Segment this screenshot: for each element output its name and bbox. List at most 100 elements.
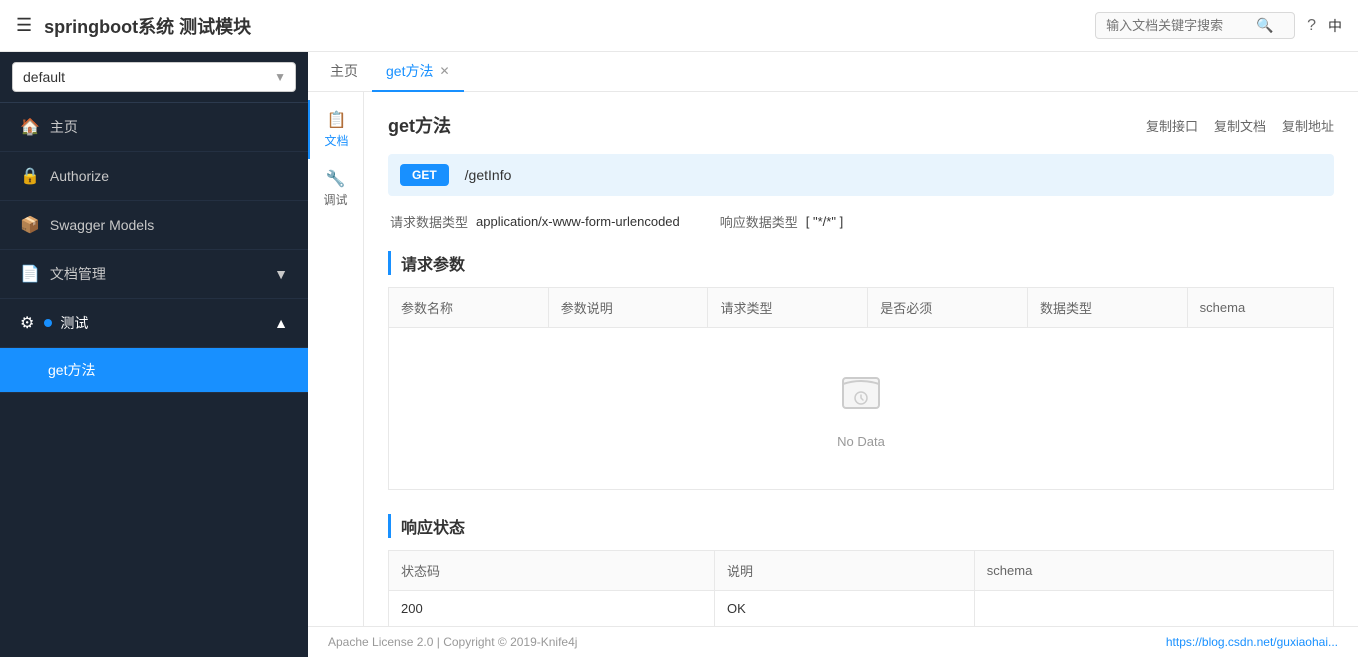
col-param-desc: 参数说明	[548, 288, 708, 328]
col-data-type: 数据类型	[1027, 288, 1187, 328]
footer: Apache License 2.0 | Copyright © 2019-Kn…	[308, 626, 1358, 657]
search-icon[interactable]: 🔍	[1256, 17, 1273, 34]
tab-home-label: 主页	[330, 61, 358, 81]
panel-doc-label: 文档	[324, 132, 348, 149]
tabs-bar: 主页 get方法 ✕	[308, 52, 1358, 92]
status-code-200: 200	[389, 591, 715, 627]
copy-interface-btn[interactable]: 复制接口	[1146, 116, 1198, 135]
home-icon: 🏠	[20, 117, 40, 137]
table-row: 200 OK	[389, 591, 1334, 627]
doc-actions: 复制接口 复制文档 复制地址	[1146, 116, 1334, 135]
sidebar-item-swagger-models[interactable]: 📦 Swagger Models	[0, 201, 308, 250]
response-status-section: 响应状态 状态码 说明 schema 200 OK	[388, 514, 1334, 626]
params-table-head: 参数名称 参数说明 请求类型 是否必须 数据类型 schema	[389, 288, 1334, 328]
sidebar-swagger-label: Swagger Models	[50, 217, 154, 233]
request-type-item: 请求数据类型 application/x-www-form-urlencoded	[390, 212, 680, 231]
footer-license: Apache License 2.0 | Copyright © 2019-Kn…	[328, 635, 577, 649]
doc-header: get方法 复制接口 复制文档 复制地址	[388, 112, 1334, 138]
col-schema: schema	[1187, 288, 1333, 328]
sidebar-home-label: 主页	[50, 117, 78, 137]
status-ok: OK	[715, 591, 975, 627]
response-type-value: [ "*/*" ]	[806, 214, 843, 229]
params-table-body: No Data	[389, 328, 1334, 490]
response-table: 状态码 说明 schema 200 OK	[388, 550, 1334, 626]
params-section-title: 请求参数	[388, 251, 1334, 275]
sidebar-group-test: ⚙ 测试 ▲ get方法	[0, 299, 308, 393]
panel-btn-debug[interactable]: 🔧 调试	[308, 159, 363, 218]
sidebar-get-method-label: get方法	[48, 362, 95, 378]
params-table-header-row: 参数名称 参数说明 请求类型 是否必须 数据类型 schema	[389, 288, 1334, 328]
request-type-label: 请求数据类型	[390, 212, 468, 231]
col-description: 说明	[715, 551, 975, 591]
copy-doc-btn[interactable]: 复制文档	[1214, 116, 1266, 135]
test-dot	[44, 319, 52, 327]
tab-close-icon[interactable]: ✕	[439, 64, 449, 78]
box-icon: 📦	[20, 215, 40, 235]
sidebar-group-doc-left: 📄 文档管理	[20, 264, 106, 284]
col-param-name: 参数名称	[389, 288, 549, 328]
doc-icon: 📄	[20, 264, 40, 284]
response-type-label: 响应数据类型	[720, 212, 798, 231]
sidebar-item-get-method[interactable]: get方法	[0, 348, 308, 393]
status-schema	[974, 591, 1333, 627]
response-section-title: 响应状态	[388, 514, 1334, 538]
params-table: 参数名称 参数说明 请求类型 是否必须 数据类型 schema	[388, 287, 1334, 490]
sidebar: default ▼ 🏠 主页 🔒 Authorize 📦 Swagger Mod…	[0, 52, 308, 657]
api-select[interactable]: default	[12, 62, 296, 92]
copy-address-btn[interactable]: 复制地址	[1282, 116, 1334, 135]
content-area: 主页 get方法 ✕ 📋 文档 🔧 调试	[308, 52, 1358, 657]
lang-switch[interactable]: 中	[1328, 16, 1342, 36]
sidebar-item-authorize[interactable]: 🔒 Authorize	[0, 152, 308, 201]
method-path: /getInfo	[465, 167, 512, 183]
header-title: springboot系统 测试模块	[44, 13, 1095, 39]
request-params-section: 请求参数 参数名称 参数说明 请求类型 是否必须 数据类型 schema	[388, 251, 1334, 490]
col-status-code: 状态码	[389, 551, 715, 591]
sidebar-item-home[interactable]: 🏠 主页	[0, 103, 308, 152]
help-icon[interactable]: ?	[1307, 17, 1316, 35]
response-table-body: 200 OK	[389, 591, 1334, 627]
panel-debug-label: 调试	[323, 191, 347, 208]
sidebar-test-label: 测试	[60, 313, 88, 333]
doc-area: get方法 复制接口 复制文档 复制地址 GET /getInfo 请求数据类型	[364, 92, 1358, 626]
doc-panel-icon: 📋	[327, 110, 347, 130]
response-type-item: 响应数据类型 [ "*/*" ]	[720, 212, 843, 231]
sidebar-group-doc-manage: 📄 文档管理 ▼	[0, 250, 308, 299]
chevron-up-icon: ▲	[274, 315, 288, 331]
gear-icon: ⚙	[20, 313, 34, 333]
sidebar-authorize-label: Authorize	[50, 168, 109, 184]
left-panel-buttons: 📋 文档 🔧 调试	[308, 92, 364, 626]
main-layout: default ▼ 🏠 主页 🔒 Authorize 📦 Swagger Mod…	[0, 52, 1358, 657]
method-badge: GET	[400, 164, 449, 186]
no-data-row: No Data	[389, 328, 1334, 490]
doc-title: get方法	[388, 112, 451, 138]
search-input[interactable]	[1106, 18, 1256, 33]
sidebar-group-doc-header[interactable]: 📄 文档管理 ▼	[0, 250, 308, 299]
sidebar-doc-label: 文档管理	[50, 264, 106, 284]
request-type-value: application/x-www-form-urlencoded	[476, 214, 680, 229]
header: ☰ springboot系统 测试模块 🔍 ? 中	[0, 0, 1358, 52]
tab-get-method[interactable]: get方法 ✕	[372, 52, 464, 92]
sidebar-group-test-header[interactable]: ⚙ 测试 ▲	[0, 299, 308, 348]
col-response-schema: schema	[974, 551, 1333, 591]
tab-get-method-label: get方法	[386, 61, 433, 81]
no-data-icon	[837, 368, 885, 426]
content-panels: 📋 文档 🔧 调试 get方法 复制接口 复制文档 复制地址	[308, 92, 1358, 626]
no-data-area: No Data	[389, 328, 1333, 489]
sidebar-select-wrap: default ▼	[0, 52, 308, 103]
search-box[interactable]: 🔍	[1095, 12, 1295, 39]
chevron-down-icon: ▼	[274, 266, 288, 282]
tab-home[interactable]: 主页	[316, 52, 372, 92]
menu-icon[interactable]: ☰	[16, 15, 32, 36]
footer-link[interactable]: https://blog.csdn.net/guxiaohai...	[1166, 635, 1338, 649]
no-data-text: No Data	[837, 434, 885, 449]
col-required: 是否必须	[868, 288, 1028, 328]
method-row: GET /getInfo	[388, 154, 1334, 196]
response-table-head: 状态码 说明 schema	[389, 551, 1334, 591]
panel-btn-doc[interactable]: 📋 文档	[308, 100, 363, 159]
lock-icon: 🔒	[20, 166, 40, 186]
col-request-type: 请求类型	[708, 288, 868, 328]
sidebar-group-test-left: ⚙ 测试	[20, 313, 88, 333]
meta-row: 请求数据类型 application/x-www-form-urlencoded…	[388, 212, 1334, 231]
debug-panel-icon: 🔧	[326, 169, 346, 189]
response-table-header-row: 状态码 说明 schema	[389, 551, 1334, 591]
